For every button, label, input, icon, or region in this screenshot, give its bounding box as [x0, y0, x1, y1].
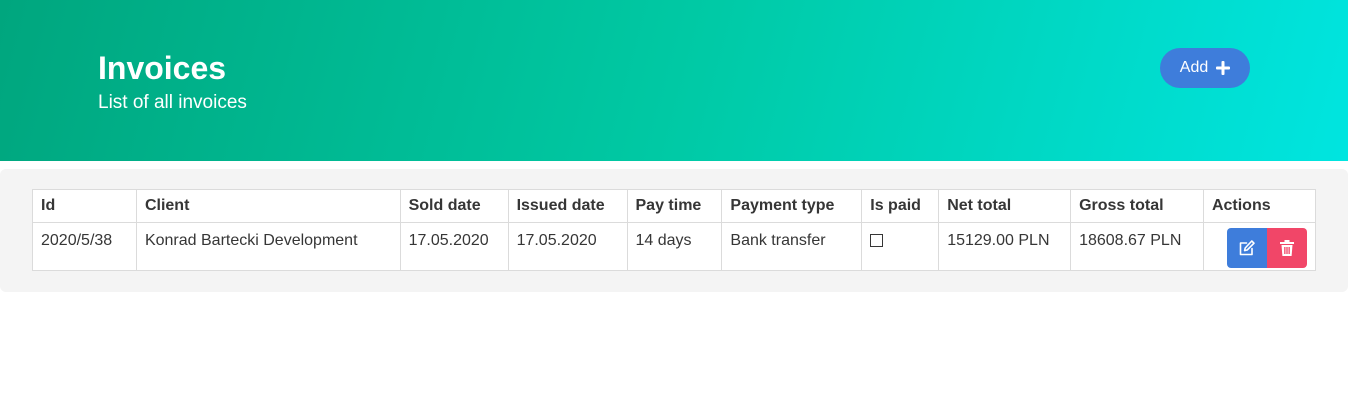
invoices-panel: Id Client Sold date Issued date Pay time…	[0, 169, 1348, 292]
edit-icon	[1239, 240, 1255, 256]
column-header-client[interactable]: Client	[135, 189, 401, 223]
cell-sold-date: 17.05.2020	[399, 222, 509, 271]
column-header-id[interactable]: Id	[32, 189, 137, 223]
cell-client: Konrad Bartecki Development	[135, 222, 401, 271]
table-header-row: Id Client Sold date Issued date Pay time…	[32, 189, 1317, 223]
cell-id: 2020/5/38	[32, 222, 137, 271]
cell-net-total: 15129.00 PLN	[938, 222, 1072, 271]
page-title: Invoices	[98, 50, 227, 86]
invoices-table: Id Client Sold date Issued date Pay time…	[32, 189, 1317, 271]
column-header-gross-total[interactable]: Gross total	[1070, 189, 1204, 223]
cell-actions	[1202, 222, 1317, 271]
column-header-pay-time[interactable]: Pay time	[626, 189, 723, 223]
add-invoice-button[interactable]: Add	[1160, 48, 1250, 88]
add-button-label: Add	[1179, 59, 1209, 76]
cell-gross-total: 18608.67 PLN	[1070, 222, 1204, 271]
cell-pay-time: 14 days	[626, 222, 723, 271]
column-header-sold-date[interactable]: Sold date	[399, 189, 509, 223]
cell-issued-date: 17.05.2020	[507, 222, 628, 271]
delete-button[interactable]	[1267, 228, 1307, 268]
hero-banner: Invoices List of all invoices Add	[0, 0, 1348, 161]
checkbox-icon	[870, 234, 884, 247]
cell-payment-type: Bank transfer	[721, 222, 863, 271]
edit-button[interactable]	[1227, 228, 1267, 268]
column-header-issued-date[interactable]: Issued date	[507, 189, 628, 223]
column-header-is-paid[interactable]: Is paid	[861, 189, 940, 223]
column-header-payment-type[interactable]: Payment type	[721, 189, 863, 223]
column-header-actions: Actions	[1202, 189, 1317, 223]
plus-icon	[1216, 61, 1231, 75]
row-actions	[1212, 228, 1307, 268]
trash-icon	[1280, 240, 1294, 256]
page-subtitle: List of all invoices	[98, 92, 247, 113]
column-header-net-total[interactable]: Net total	[938, 189, 1072, 223]
table-row: 2020/5/38 Konrad Bartecki Development 17…	[32, 222, 1317, 271]
cell-is-paid	[861, 222, 940, 271]
